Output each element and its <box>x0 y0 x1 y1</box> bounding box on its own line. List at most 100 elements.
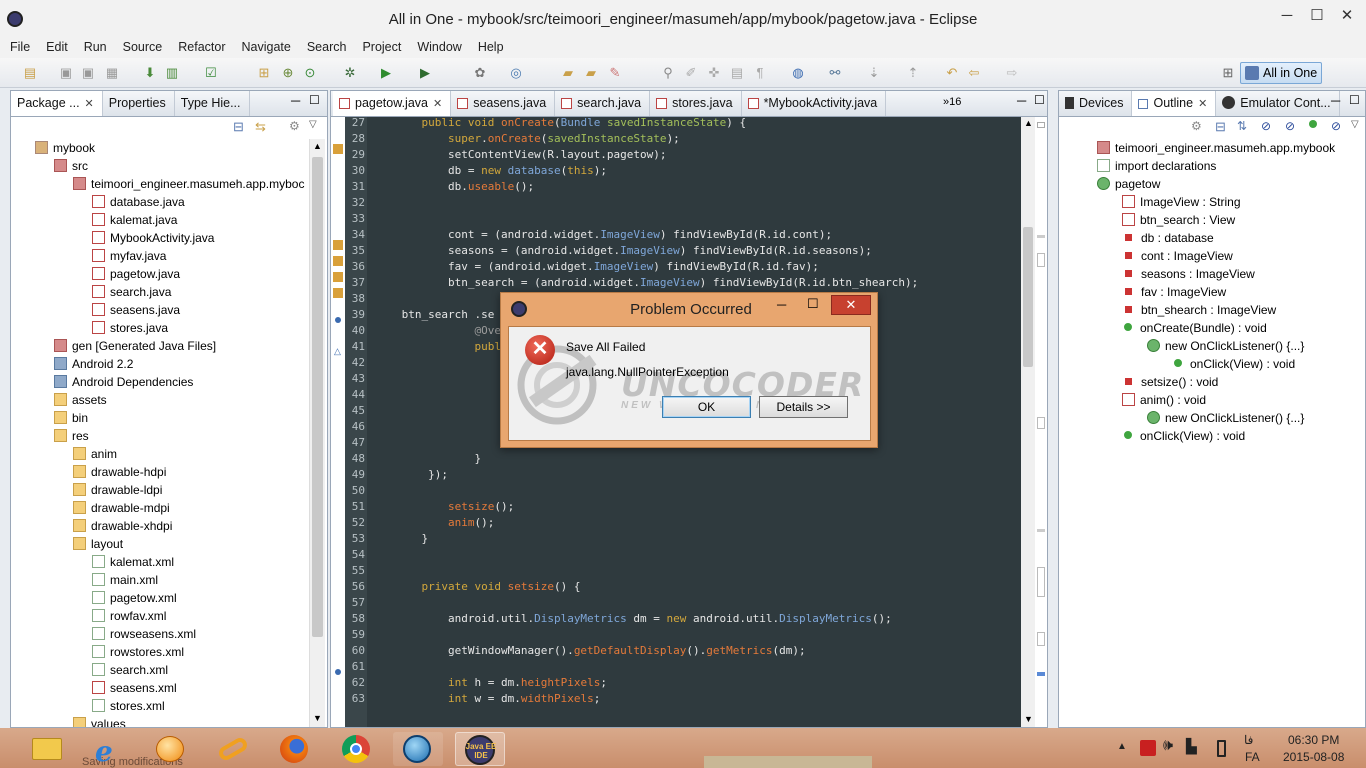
tree-item[interactable]: myfav.java <box>11 247 309 265</box>
tree-item[interactable]: seasens.java <box>11 301 309 319</box>
external-tools-icon[interactable]: ▶ <box>417 65 433 81</box>
tree-item[interactable]: mybook <box>11 139 309 157</box>
tree-item[interactable]: drawable-hdpi <box>11 463 309 481</box>
tree-item[interactable]: stores.xml <box>11 697 309 715</box>
tab-search-java[interactable]: search.java <box>555 91 651 116</box>
forward-icon[interactable]: ⇨ <box>1004 65 1020 81</box>
minimize-view-icon[interactable]: ─ <box>1017 93 1026 108</box>
dialog-close-button[interactable]: ✕ <box>831 295 871 315</box>
overview-marker[interactable] <box>1037 253 1045 267</box>
maximize-view-icon[interactable]: ☐ <box>1034 93 1045 107</box>
scroll-down-icon[interactable]: ▼ <box>313 713 322 723</box>
link-icon[interactable]: ⚯ <box>827 65 843 81</box>
tree-item[interactable]: database.java <box>11 193 309 211</box>
run-icon[interactable]: ▶ <box>378 65 394 81</box>
more-tabs-indicator[interactable]: »16 <box>943 96 961 108</box>
tree-item[interactable]: pagetow.java <box>11 265 309 283</box>
maximize-view-icon[interactable]: ☐ <box>309 93 320 107</box>
overview-marker[interactable] <box>1037 235 1045 238</box>
editor-vertical-scrollbar[interactable]: ▲ ▼ <box>1021 117 1035 727</box>
eclipse-taskbar-button[interactable]: Java EE IDE <box>455 732 505 766</box>
new-icon[interactable]: ▤ <box>22 65 38 81</box>
collapse-all-icon[interactable]: ⊟ <box>233 119 244 135</box>
open-folder-icon[interactable]: ▰ <box>560 65 576 81</box>
globe-icon[interactable]: ◍ <box>790 65 806 81</box>
tab-seasens-java[interactable]: seasens.java <box>451 91 556 116</box>
focus-icon[interactable]: ⚙ <box>1191 119 1202 133</box>
close-icon[interactable]: ✕ <box>433 98 442 110</box>
tab-outline[interactable]: Outline ✕ <box>1132 91 1217 116</box>
show-whitespace-icon[interactable]: ¶ <box>752 65 768 81</box>
print-icon[interactable]: ▦ <box>104 65 120 81</box>
task-list-icon[interactable]: ◎ <box>508 65 524 81</box>
new-package-icon[interactable]: ⊕ <box>280 65 296 81</box>
tree-item[interactable]: res <box>11 427 309 445</box>
pencil-icon[interactable]: ✎ <box>607 65 623 81</box>
overview-marker[interactable] <box>1037 672 1045 676</box>
open-folder2-icon[interactable]: ▰ <box>583 65 599 81</box>
prev-annotation-icon[interactable]: ⇡ <box>905 65 921 81</box>
tree-item[interactable]: Android 2.2 <box>11 355 309 373</box>
network-icon[interactable]: ▙ <box>1186 738 1197 755</box>
sdk-manager-icon[interactable]: ⬇ <box>142 65 158 81</box>
outline-item[interactable]: db : database <box>1059 229 1359 247</box>
tree-item[interactable]: stores.java <box>11 319 309 337</box>
scroll-thumb[interactable] <box>1023 227 1033 367</box>
outline-item[interactable]: setsize() : void <box>1059 373 1359 391</box>
chevron-down-icon[interactable]: ▽ <box>309 119 317 130</box>
menu-source[interactable]: Source <box>115 38 171 58</box>
overview-marker[interactable] <box>1037 122 1045 128</box>
tree-item[interactable]: layout <box>11 535 309 553</box>
minimize-button[interactable]: ─ <box>1272 6 1302 28</box>
link-with-editor-icon[interactable]: ⇆ <box>255 119 266 135</box>
clock-time[interactable]: 06:30 PM <box>1288 733 1339 747</box>
tree-item[interactable]: drawable-ldpi <box>11 481 309 499</box>
outline-item[interactable]: teimoori_engineer.masumeh.app.mybook <box>1059 139 1359 157</box>
tree-item[interactable]: values <box>11 715 309 727</box>
show-hidden-icons[interactable]: ▲ <box>1117 741 1127 752</box>
tab-emulator-control[interactable]: Emulator Cont... <box>1216 91 1340 116</box>
save-all-icon[interactable]: ▣ <box>80 65 96 81</box>
block-icon[interactable]: ▤ <box>729 65 745 81</box>
menu-help[interactable]: Help <box>470 38 512 58</box>
debug-icon[interactable]: ✲ <box>342 65 358 81</box>
menu-project[interactable]: Project <box>354 38 409 58</box>
overview-marker[interactable] <box>1037 417 1045 429</box>
minimize-view-icon[interactable]: ─ <box>291 93 300 108</box>
tree-item[interactable]: teimoori_engineer.masumeh.app.myboc <box>11 175 309 193</box>
outline-item[interactable]: onCreate(Bundle) : void <box>1059 319 1359 337</box>
tree-item[interactable]: search.xml <box>11 661 309 679</box>
menu-file[interactable]: File <box>2 38 38 58</box>
tree-item[interactable]: bin <box>11 409 309 427</box>
close-icon[interactable]: ✕ <box>85 98 94 110</box>
tab-properties[interactable]: Properties <box>103 91 175 116</box>
outline-item[interactable]: fav : ImageView <box>1059 283 1359 301</box>
hide-nonpublic-icon[interactable] <box>1309 120 1317 128</box>
tab-mybookactivity-java[interactable]: *MybookActivity.java <box>742 91 887 116</box>
scroll-up-icon[interactable]: ▲ <box>1024 118 1033 128</box>
scroll-down-icon[interactable]: ▼ <box>1024 714 1033 724</box>
menu-navigate[interactable]: Navigate <box>234 38 299 58</box>
tree-item[interactable]: drawable-mdpi <box>11 499 309 517</box>
tree-item[interactable]: search.java <box>11 283 309 301</box>
close-icon[interactable]: ✕ <box>1198 98 1207 110</box>
dialog-minimize-button[interactable]: ─ <box>777 297 786 312</box>
collapse-all-icon[interactable]: ⊟ <box>1215 119 1226 135</box>
battery-icon[interactable] <box>1217 740 1226 757</box>
overview-ruler[interactable] <box>1035 117 1047 727</box>
details-button[interactable]: Details >> <box>759 396 848 418</box>
tree-item[interactable]: assets <box>11 391 309 409</box>
firefox-icon[interactable] <box>270 732 320 766</box>
outline-item[interactable]: btn_search : View <box>1059 211 1359 229</box>
outline-item[interactable]: cont : ImageView <box>1059 247 1359 265</box>
tree-item[interactable]: drawable-xhdpi <box>11 517 309 535</box>
tree-item[interactable]: anim <box>11 445 309 463</box>
maximize-button[interactable]: ☐ <box>1302 6 1332 28</box>
language-indicator[interactable]: FA <box>1245 750 1260 764</box>
tree-item[interactable]: MybookActivity.java <box>11 229 309 247</box>
tree-item[interactable]: kalemat.java <box>11 211 309 229</box>
tree-item[interactable]: rowstores.xml <box>11 643 309 661</box>
outline-item[interactable]: anim() : void <box>1059 391 1359 409</box>
tab-stores-java[interactable]: stores.java <box>650 91 742 116</box>
volume-icon[interactable]: 🕪 <box>1163 737 1173 755</box>
